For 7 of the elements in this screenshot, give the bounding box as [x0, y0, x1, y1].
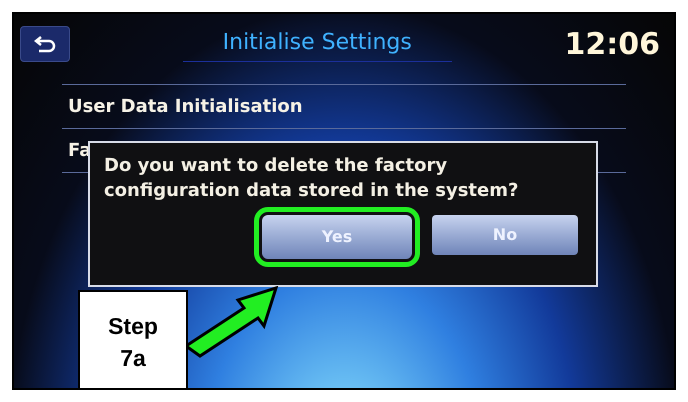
step-label: Step 7a — [108, 312, 158, 373]
screen-title: Initialise Settings — [182, 26, 452, 62]
clock-time: 12:06 — [564, 26, 660, 64]
back-button[interactable] — [20, 26, 70, 62]
settings-item[interactable]: User Data Initialisation — [68, 93, 303, 120]
dialog-message: Do you want to delete the factory configuration data stored in the system? — [104, 154, 520, 203]
back-arrow-icon — [33, 34, 57, 54]
